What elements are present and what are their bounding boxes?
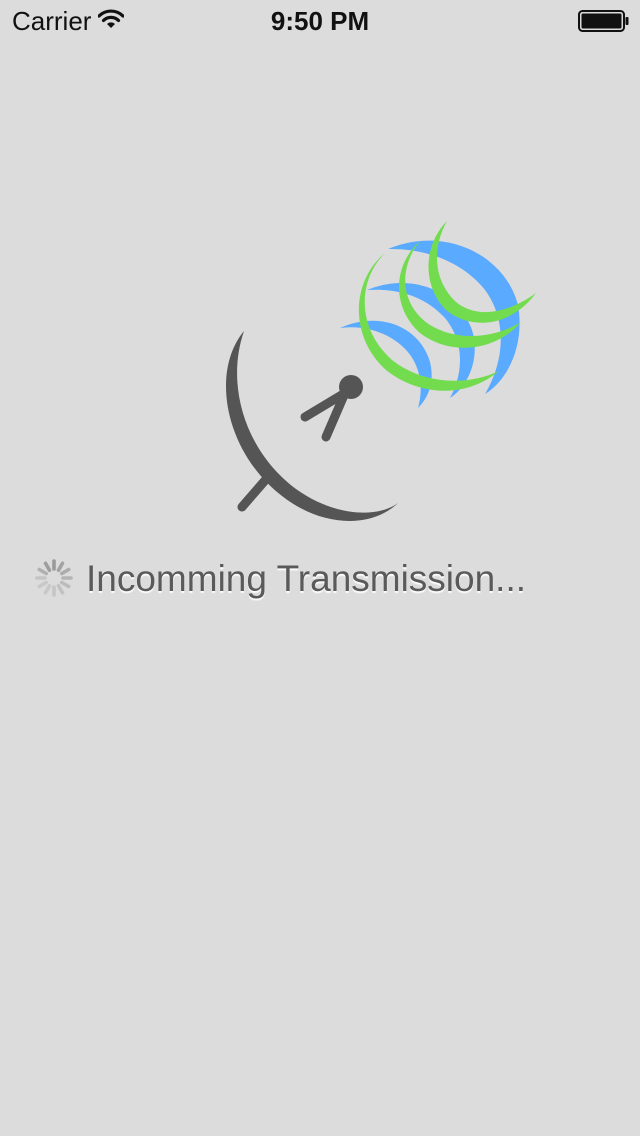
- loading-text: Incomming Transmission...: [86, 558, 527, 599]
- dish-receiver: [339, 375, 363, 399]
- splash-screen: Carrier 9:50 PM Incomming Transmission..…: [0, 0, 640, 1136]
- satellite-dish-icon: [210, 215, 550, 530]
- battery-full-icon: [578, 10, 630, 37]
- activity-spinner-icon: [32, 556, 76, 605]
- time-label: 9:50 PM: [270, 6, 370, 36]
- dish-stand: [237, 472, 273, 512]
- status-bar: Carrier 9:50 PM: [0, 0, 640, 40]
